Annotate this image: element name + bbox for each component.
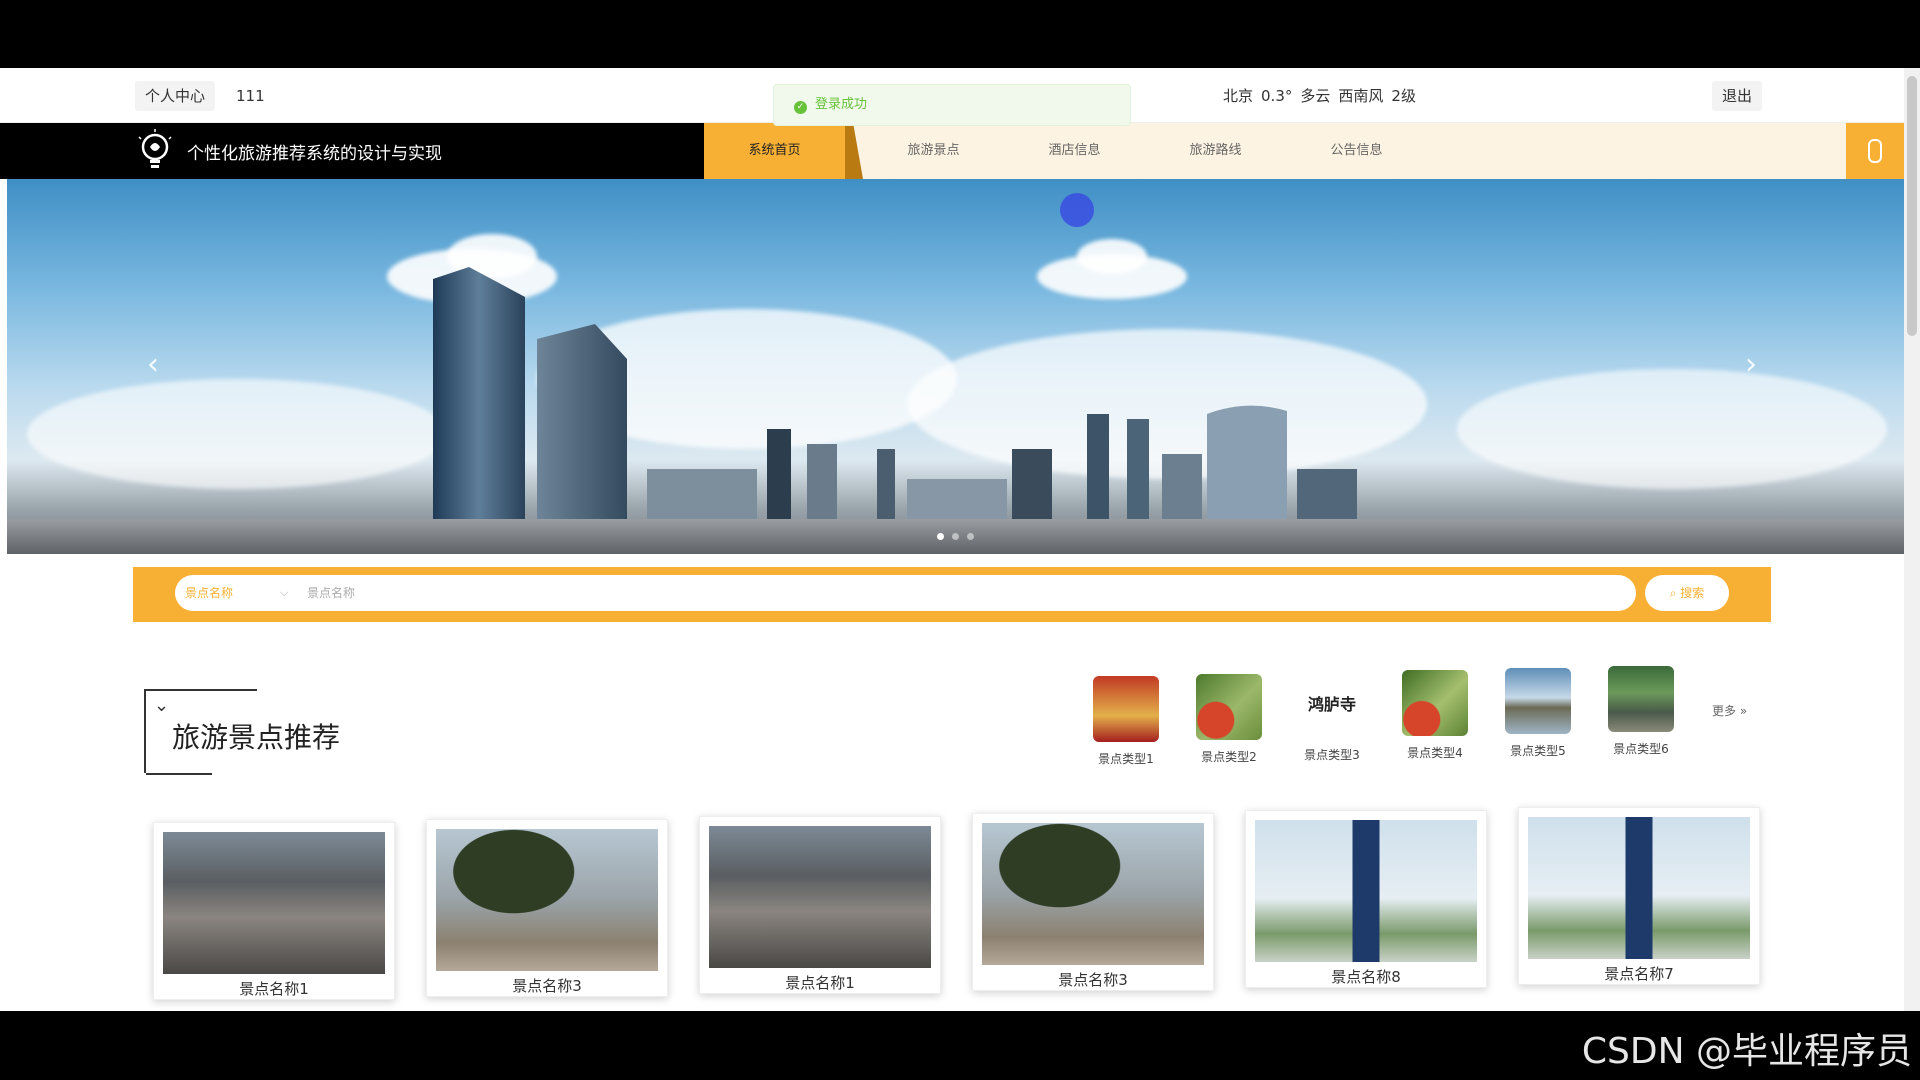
category-image <box>1093 676 1159 742</box>
attraction-name: 景点名称3 <box>512 977 582 995</box>
category-item[interactable]: 鸿胪寺 景点类型3 <box>1297 672 1367 763</box>
scrollbar-thumb[interactable] <box>1907 76 1917 336</box>
login-success-toast: ✓ 登录成功 <box>773 84 1131 126</box>
carousel-indicators <box>937 533 974 540</box>
search-field: 景点名称 ⌵ 景点名称 <box>175 575 1636 611</box>
logout-button[interactable]: 退出 <box>1712 81 1763 111</box>
attraction-image <box>709 826 931 968</box>
chevron-right-icon[interactable]: › <box>1745 347 1757 382</box>
section-title: 旅游景点推荐 <box>172 721 341 754</box>
carousel-dot[interactable] <box>937 533 944 540</box>
weather-level: 2级 <box>1391 87 1416 105</box>
nav-item-home[interactable]: 系统首页 <box>704 123 845 179</box>
category-label: 景点类型3 <box>1304 748 1360 762</box>
carousel-dot[interactable] <box>952 533 959 540</box>
category-image <box>1402 670 1468 736</box>
nav-item-hotels[interactable]: 酒店信息 <box>1004 123 1145 179</box>
weather-city: 北京 <box>1223 87 1254 105</box>
chevron-down-icon[interactable]: ⌵ <box>280 575 288 611</box>
search-type-select[interactable]: 景点名称 <box>185 575 233 611</box>
city-skyline-image <box>433 267 1357 519</box>
attraction-card[interactable]: 景点名称1 <box>699 816 941 994</box>
attraction-name: 景点名称1 <box>239 980 309 998</box>
attraction-image <box>436 829 658 971</box>
category-image <box>1608 666 1674 732</box>
weather-info: 北京 0.3° 多云 西南风 2级 <box>1223 81 1424 111</box>
chevron-left-icon[interactable]: ‹ <box>147 347 159 382</box>
attraction-name: 景点名称1 <box>785 974 855 992</box>
attraction-image <box>982 823 1204 965</box>
username: 111 <box>236 87 265 105</box>
search-bar: 景点名称 ⌵ 景点名称 ⌕ 搜索 <box>133 567 1771 622</box>
category-image: 鸿胪寺 <box>1299 672 1365 738</box>
attraction-image <box>163 832 385 974</box>
main-nav: 个性化旅游推荐系统的设计与实现 系统首页 旅游景点 酒店信息 旅游路线 公告信息 <box>0 123 1904 179</box>
category-label: 景点类型2 <box>1201 750 1257 764</box>
category-item[interactable]: 景点类型2 <box>1194 674 1264 765</box>
attraction-card[interactable]: 景点名称1 <box>153 822 395 1000</box>
attraction-card[interactable]: 景点名称8 <box>1245 810 1487 988</box>
chevron-down-icon: ⌄ <box>154 695 170 716</box>
browser-viewport: 个人中心 111 北京 0.3° 多云 西南风 2级 退出 ✓ 登录成功 个性化旅游推荐系… <box>0 68 1920 1011</box>
category-item[interactable]: 景点类型6 <box>1606 666 1676 757</box>
weather-temp: 0.3° <box>1261 87 1293 105</box>
attraction-card[interactable]: 景点名称3 <box>972 813 1214 991</box>
category-label: 景点类型6 <box>1613 742 1669 756</box>
phone-icon <box>1868 139 1882 163</box>
attraction-name: 景点名称3 <box>1058 971 1128 989</box>
attraction-card[interactable]: 景点名称7 <box>1518 807 1760 985</box>
brand-title: 个性化旅游推荐系统的设计与实现 <box>187 143 442 164</box>
category-item[interactable]: 景点类型5 <box>1503 668 1573 759</box>
weather-condition: 多云 <box>1300 87 1331 105</box>
watermark: CSDN @毕业程序员 <box>1581 1031 1912 1072</box>
vertical-scrollbar[interactable] <box>1904 68 1920 1011</box>
nav-item-notices[interactable]: 公告信息 <box>1286 123 1427 179</box>
more-label: 更多 <box>1712 704 1737 718</box>
attraction-card[interactable]: 景点名称3 <box>426 819 668 997</box>
search-icon: ⌕ <box>1669 586 1681 600</box>
mobile-view-button[interactable] <box>1846 123 1904 179</box>
attraction-image <box>1528 817 1750 959</box>
lightbulb-logo-icon <box>138 129 172 168</box>
nav-menu: 系统首页 旅游景点 酒店信息 旅游路线 公告信息 <box>704 123 1846 179</box>
check-circle-icon: ✓ <box>794 101 807 114</box>
category-label: 景点类型5 <box>1510 744 1566 758</box>
attraction-name: 景点名称8 <box>1331 968 1401 986</box>
weather-wind: 西南风 <box>1338 87 1384 105</box>
mouse-cursor-indicator <box>1060 193 1094 227</box>
attraction-image <box>1255 820 1477 962</box>
category-label: 景点类型1 <box>1098 752 1154 766</box>
more-link[interactable]: 更多 » <box>1712 702 1747 719</box>
attraction-name: 景点名称7 <box>1604 965 1674 983</box>
nav-item-routes[interactable]: 旅游路线 <box>1145 123 1286 179</box>
category-item[interactable]: 景点类型1 <box>1091 676 1161 767</box>
category-item[interactable]: 景点类型4 <box>1400 670 1470 761</box>
toast-message: 登录成功 <box>815 97 868 112</box>
search-button[interactable]: ⌕ 搜索 <box>1645 575 1729 611</box>
nav-item-attractions[interactable]: 旅游景点 <box>863 123 1004 179</box>
carousel-dot[interactable] <box>967 533 974 540</box>
banner-carousel[interactable]: ‹ › <box>7 179 1904 554</box>
category-image <box>1505 668 1571 734</box>
personal-center-button[interactable]: 个人中心 <box>135 81 216 111</box>
search-button-label: 搜索 <box>1680 586 1705 600</box>
brand[interactable]: 个性化旅游推荐系统的设计与实现 <box>135 123 442 179</box>
category-image <box>1196 674 1262 740</box>
double-chevron-right-icon: » <box>1736 704 1748 718</box>
category-label: 景点类型4 <box>1407 746 1463 760</box>
search-input[interactable]: 景点名称 <box>307 575 355 611</box>
